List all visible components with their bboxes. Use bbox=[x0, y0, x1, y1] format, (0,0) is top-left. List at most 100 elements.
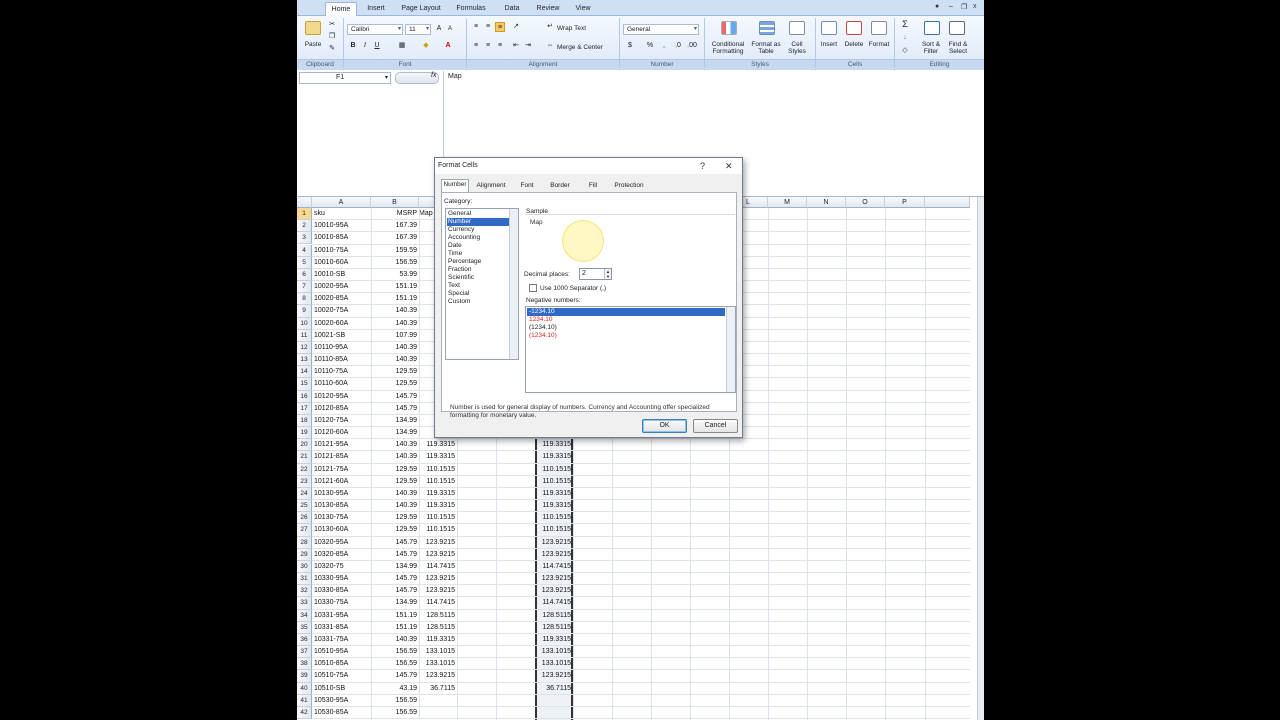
row-header[interactable]: 34 bbox=[297, 609, 312, 622]
increase-indent-icon[interactable]: ⇥ bbox=[523, 41, 533, 51]
bold-button[interactable]: B bbox=[348, 41, 358, 51]
font-color-icon[interactable]: A bbox=[443, 41, 453, 51]
negative-format-option[interactable]: (1234.10) bbox=[527, 324, 725, 332]
dialog-close-button[interactable]: ✕ bbox=[725, 159, 733, 173]
restore-icon[interactable]: ❐ bbox=[961, 3, 967, 11]
format-cells-icon[interactable] bbox=[871, 21, 887, 35]
row-header[interactable]: 14 bbox=[297, 366, 312, 379]
fill-color-icon[interactable]: ◆ bbox=[421, 41, 431, 51]
column-header-o[interactable]: O bbox=[846, 197, 885, 208]
row-header[interactable]: 18 bbox=[297, 414, 312, 428]
row-header[interactable]: 39 bbox=[297, 670, 312, 683]
row-header[interactable]: 1 bbox=[297, 208, 312, 221]
row-header[interactable]: 35 bbox=[297, 621, 312, 634]
clear-icon[interactable]: ◇ bbox=[900, 46, 910, 56]
paste-icon[interactable] bbox=[305, 21, 321, 35]
column-header-n[interactable]: N bbox=[807, 197, 846, 208]
category-item[interactable]: General bbox=[447, 210, 509, 218]
vertical-scrollbar[interactable] bbox=[977, 197, 984, 720]
column-header-p[interactable]: P bbox=[885, 197, 925, 208]
row-header[interactable]: 2 bbox=[297, 220, 312, 233]
row-header[interactable]: 28 bbox=[297, 536, 312, 549]
format-button[interactable]: Format bbox=[866, 41, 892, 48]
row-header[interactable]: 40 bbox=[297, 682, 312, 695]
row-header[interactable]: 16 bbox=[297, 390, 312, 403]
row-header[interactable]: 20 bbox=[297, 439, 312, 452]
negative-format-option[interactable]: (1234.10) bbox=[527, 332, 725, 340]
row-header[interactable]: 38 bbox=[297, 658, 312, 671]
find-select-icon[interactable] bbox=[949, 21, 965, 35]
column-header-a[interactable]: A bbox=[312, 197, 371, 208]
decimal-spinner[interactable]: ▲ ▼ bbox=[604, 269, 611, 279]
decrease-decimal-icon[interactable]: .00 bbox=[687, 41, 697, 51]
row-header[interactable]: 6 bbox=[297, 268, 312, 281]
delete-cells-icon[interactable] bbox=[846, 21, 862, 35]
row-header[interactable]: 23 bbox=[297, 475, 312, 488]
fill-icon[interactable]: ↓ bbox=[900, 33, 910, 43]
delete-button[interactable]: Delete bbox=[841, 41, 867, 48]
ok-button[interactable]: OK bbox=[642, 419, 687, 433]
tab-review[interactable]: Review bbox=[533, 2, 563, 16]
category-item[interactable]: Accounting bbox=[447, 234, 509, 242]
category-item[interactable]: Percentage bbox=[447, 258, 509, 266]
row-header[interactable]: 29 bbox=[297, 548, 312, 561]
insert-function-button[interactable]: fx bbox=[431, 72, 436, 79]
align-center-icon[interactable]: ≡ bbox=[483, 41, 493, 51]
negative-list-scrollbar[interactable] bbox=[726, 307, 735, 392]
font-size-combo[interactable]: 11 ▾ bbox=[405, 24, 431, 35]
conditional-formatting-icon[interactable] bbox=[721, 21, 737, 35]
row-header[interactable]: 41 bbox=[297, 694, 312, 707]
conditional-formatting-button[interactable]: Conditional Formatting bbox=[707, 41, 749, 55]
row-header[interactable]: 26 bbox=[297, 512, 312, 525]
insert-cells-icon[interactable] bbox=[821, 21, 837, 35]
dialog-tab-alignment[interactable]: Alignment bbox=[473, 181, 509, 192]
align-bottom-icon[interactable]: ≡ bbox=[495, 22, 505, 32]
dialog-tab-font[interactable]: Font bbox=[515, 181, 539, 192]
sort-filter-button[interactable]: Sort & Filter bbox=[916, 41, 946, 55]
autosum-button[interactable]: Σ bbox=[900, 19, 910, 29]
row-header[interactable]: 17 bbox=[297, 402, 312, 415]
close-workbook-icon[interactable]: x bbox=[973, 3, 977, 10]
number-format-combo[interactable]: General ▾ bbox=[623, 24, 699, 35]
font-name-combo[interactable]: Calibri ▾ bbox=[347, 24, 403, 35]
borders-icon[interactable]: ▦ bbox=[397, 41, 407, 51]
row-header[interactable]: 8 bbox=[297, 293, 312, 306]
row-header[interactable]: 9 bbox=[297, 305, 312, 318]
orientation-icon[interactable]: ↗ bbox=[511, 22, 521, 32]
merge-center-button[interactable]: Merge & Center bbox=[557, 44, 615, 51]
row-header[interactable]: 21 bbox=[297, 451, 312, 464]
category-item[interactable]: Currency bbox=[447, 226, 509, 234]
negative-format-option[interactable]: 1234.10 bbox=[527, 316, 725, 324]
help-icon[interactable]: ● bbox=[935, 3, 939, 10]
tab-insert[interactable]: Insert bbox=[361, 2, 391, 16]
dialog-tab-fill[interactable]: Fill bbox=[583, 181, 603, 192]
minimize-ribbon-icon[interactable]: – bbox=[949, 3, 953, 10]
sort-filter-icon[interactable] bbox=[924, 21, 940, 35]
insert-button[interactable]: Insert bbox=[816, 41, 842, 48]
dialog-tab-border[interactable]: Border bbox=[547, 181, 573, 192]
dialog-tab-number[interactable]: Number bbox=[441, 179, 469, 192]
row-header[interactable]: 4 bbox=[297, 244, 312, 257]
row-header[interactable]: 7 bbox=[297, 281, 312, 294]
row-header[interactable]: 3 bbox=[297, 232, 312, 245]
row-header[interactable]: 11 bbox=[297, 329, 312, 342]
wrap-text-button[interactable]: Wrap Text bbox=[557, 25, 597, 32]
find-select-button[interactable]: Find & Select bbox=[943, 41, 973, 55]
row-header[interactable]: 27 bbox=[297, 524, 312, 537]
row-header[interactable]: 37 bbox=[297, 646, 312, 659]
use-separator-checkbox[interactable] bbox=[529, 284, 537, 292]
select-all-corner[interactable] bbox=[297, 197, 312, 208]
category-item[interactable]: Special bbox=[447, 290, 509, 298]
category-item[interactable]: Number bbox=[447, 218, 509, 226]
category-item[interactable]: Custom bbox=[447, 298, 509, 306]
negative-numbers-list[interactable]: -1234.10 1234.10 (1234.10) (1234.10) bbox=[525, 306, 736, 393]
align-top-icon[interactable]: ≡ bbox=[471, 22, 481, 32]
row-header[interactable]: 30 bbox=[297, 560, 312, 574]
currency-button[interactable]: $ bbox=[625, 41, 635, 51]
decrease-indent-icon[interactable]: ⇤ bbox=[511, 41, 521, 51]
row-header[interactable]: 5 bbox=[297, 256, 312, 269]
dialog-help-button[interactable]: ? bbox=[700, 159, 705, 173]
category-item[interactable]: Text bbox=[447, 282, 509, 290]
row-header[interactable]: 24 bbox=[297, 487, 312, 501]
row-header[interactable]: 10 bbox=[297, 317, 312, 330]
